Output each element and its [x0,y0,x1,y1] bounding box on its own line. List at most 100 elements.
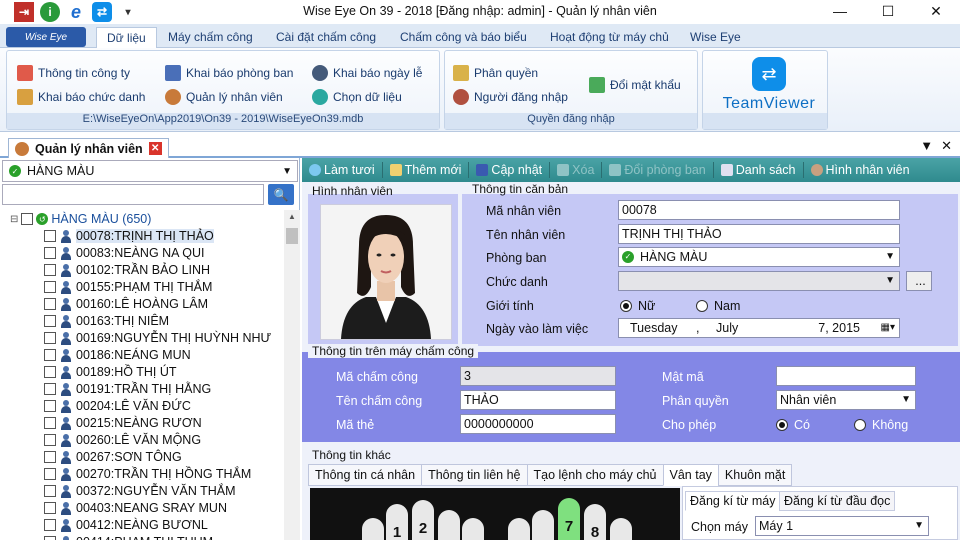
login-users-button[interactable]: Người đăng nhập [453,89,568,105]
checkbox[interactable] [44,536,56,540]
finger-2[interactable]: 2 [412,500,434,540]
checkbox[interactable] [44,502,56,514]
tab-data[interactable]: Dữ liệu [96,27,157,48]
close-button[interactable]: ✕ [912,0,960,22]
tab-server[interactable]: Hoạt động từ máy chủ [540,27,679,48]
gender-male-radio[interactable]: Nam [696,299,740,313]
finger-4[interactable] [462,518,484,540]
employee-tree-item[interactable]: 00191:TRẦN THỊ HẰNG [44,382,211,396]
checkbox[interactable] [44,519,56,531]
close-icon[interactable]: ✕ [941,138,952,154]
employee-tree-item[interactable]: 00160:LÊ HOÀNG LÂM [44,297,208,311]
tab-wiseeye[interactable]: Wise Eye [680,27,751,48]
password-field[interactable] [776,366,916,386]
change-department-button[interactable]: Đổi phòng ban [604,159,710,181]
tree-root[interactable]: ⊟ ↺ HÀNG MÀU (650) [10,212,151,226]
finger-3[interactable] [438,510,460,540]
list-button[interactable]: Danh sách [716,159,801,181]
dropdown-icon[interactable]: ▼ [920,138,933,154]
checkbox[interactable] [44,400,56,412]
employee-tree-item[interactable]: 00372:NGUYỄN VĂN THẮM [44,484,236,498]
finger-1[interactable]: 1 [386,504,408,541]
employee-tree-item[interactable]: 00270:TRẦN THỊ HỒNG THẮM [44,467,251,481]
checkbox[interactable] [44,434,56,446]
checkbox[interactable] [44,281,56,293]
select-data-button[interactable]: Chọn dữ liệu [312,89,402,105]
permission-select[interactable]: Nhân viên ▼ [776,390,916,410]
tab-personal-info[interactable]: Thông tin cá nhân [308,464,423,486]
employee-tree-item[interactable]: 00083:NEÀNG NA QUI [44,246,205,260]
app-menu-button[interactable]: Wise Eye [6,27,86,47]
doc-tab-employees[interactable]: Quản lý nhân viên ✕ [8,138,169,158]
checkbox[interactable] [44,230,56,242]
checkbox[interactable] [44,366,56,378]
machine-select[interactable]: Máy 1 ▼ [755,516,929,536]
search-input[interactable] [2,184,264,205]
employee-tree-item[interactable]: 00267:SƠN TÔNG [44,450,182,464]
holiday-button[interactable]: Khai báo ngày lễ [312,65,422,81]
employee-tree-item[interactable]: 00215:NEÀNG RƯƠN [44,416,202,430]
minimize-button[interactable]: — [816,0,864,22]
delete-button[interactable]: Xóa [552,159,599,181]
employee-tree-item[interactable]: 00189:HỒ THỊ ÚT [44,365,177,379]
refresh-button[interactable]: Làm tươi [304,159,380,181]
tab-server-command[interactable]: Tạo lệnh cho máy chủ [526,464,664,486]
employee-tree-item[interactable]: 00260:LÊ VĂN MỘNG [44,433,201,447]
company-info-button[interactable]: Thông tin công ty [17,65,130,81]
info-icon[interactable]: i [40,2,60,22]
exit-icon[interactable]: ⇥ [14,2,34,22]
checkbox[interactable] [44,332,56,344]
tab-fingerprint[interactable]: Vân tay [662,464,719,486]
tab-contact-info[interactable]: Thông tin liên hệ [421,464,528,486]
machine-code-field[interactable]: 3 [460,366,616,386]
manage-employees-button[interactable]: Quản lý nhân viên [165,89,283,105]
scrollbar-thumb[interactable] [286,228,298,244]
tree-scrollbar[interactable]: ▲ [284,210,300,540]
employee-tree-item[interactable]: 00412:NEÀNG BƯƠNL [44,518,208,532]
employee-tree-item[interactable]: 00186:NEÁNG MUN [44,348,191,362]
checkbox[interactable] [44,247,56,259]
employee-photo-button[interactable]: Hình nhân viên [806,159,915,181]
search-button[interactable]: 🔍 [268,184,294,205]
department-select[interactable]: ✓ HÀNG MÀU ▼ [2,160,298,182]
maximize-button[interactable]: ☐ [864,0,912,22]
checkbox[interactable] [44,485,56,497]
department-button[interactable]: Khai báo phòng ban [165,65,293,81]
tab-reports[interactable]: Chấm công và báo biểu [390,27,537,48]
employee-tree-item[interactable]: 00403:NEANG SRAY MUN [44,501,227,515]
employee-tree-item[interactable]: 00155:PHẠM THỊ THẮM [44,280,212,294]
teamviewer-button[interactable]: ⇄ TeamViewer [715,57,823,113]
job-title-more-button[interactable]: ... [906,271,932,291]
gender-female-radio[interactable]: Nữ [620,299,655,313]
allow-no-radio[interactable]: Không [854,418,908,432]
employee-tree-item[interactable]: 00078:TRỊNH THỊ THẢO [44,229,214,243]
department-field[interactable]: ✓ HÀNG MÀU ▼ [618,247,900,267]
checkbox[interactable] [44,315,56,327]
tab-settings[interactable]: Cài đặt chấm công [266,27,386,48]
card-code-field[interactable]: 0000000000 [460,414,616,434]
update-button[interactable]: Cập nhật [471,159,547,181]
add-button[interactable]: Thêm mới [385,159,467,181]
checkbox[interactable] [44,383,56,395]
customize-qat-icon[interactable]: ▾ [118,2,138,22]
checkbox[interactable] [44,264,56,276]
finger-8[interactable]: 8 [584,504,606,541]
job-title-button[interactable]: Khai báo chức danh [17,89,145,105]
allow-yes-radio[interactable]: Có [776,418,810,432]
employee-tree-item[interactable]: 00204:LÊ VĂN ĐỨC [44,399,191,413]
machine-name-field[interactable]: THẢO [460,390,616,410]
collapse-icon[interactable]: ⊟ [10,214,18,225]
checkbox[interactable] [21,213,34,225]
employee-tree-item[interactable]: 00414:PHẠM THỊ THUM [44,535,213,540]
permissions-button[interactable]: Phân quyền [453,65,538,81]
employee-photo[interactable] [320,204,452,340]
employee-tree-item[interactable]: 00102:TRẦN BẢO LINH [44,263,210,277]
teamviewer-icon[interactable]: ⇄ [92,2,112,22]
tab-register-from-reader[interactable]: Đăng kí từ đầu đọc [779,491,896,511]
tab-face[interactable]: Khuôn mặt [717,464,793,486]
finger-9[interactable] [610,518,632,540]
scroll-up-icon[interactable]: ▲ [284,212,300,221]
job-title-field[interactable]: ▼ [618,271,900,291]
checkbox[interactable] [44,451,56,463]
checkbox[interactable] [44,298,56,310]
